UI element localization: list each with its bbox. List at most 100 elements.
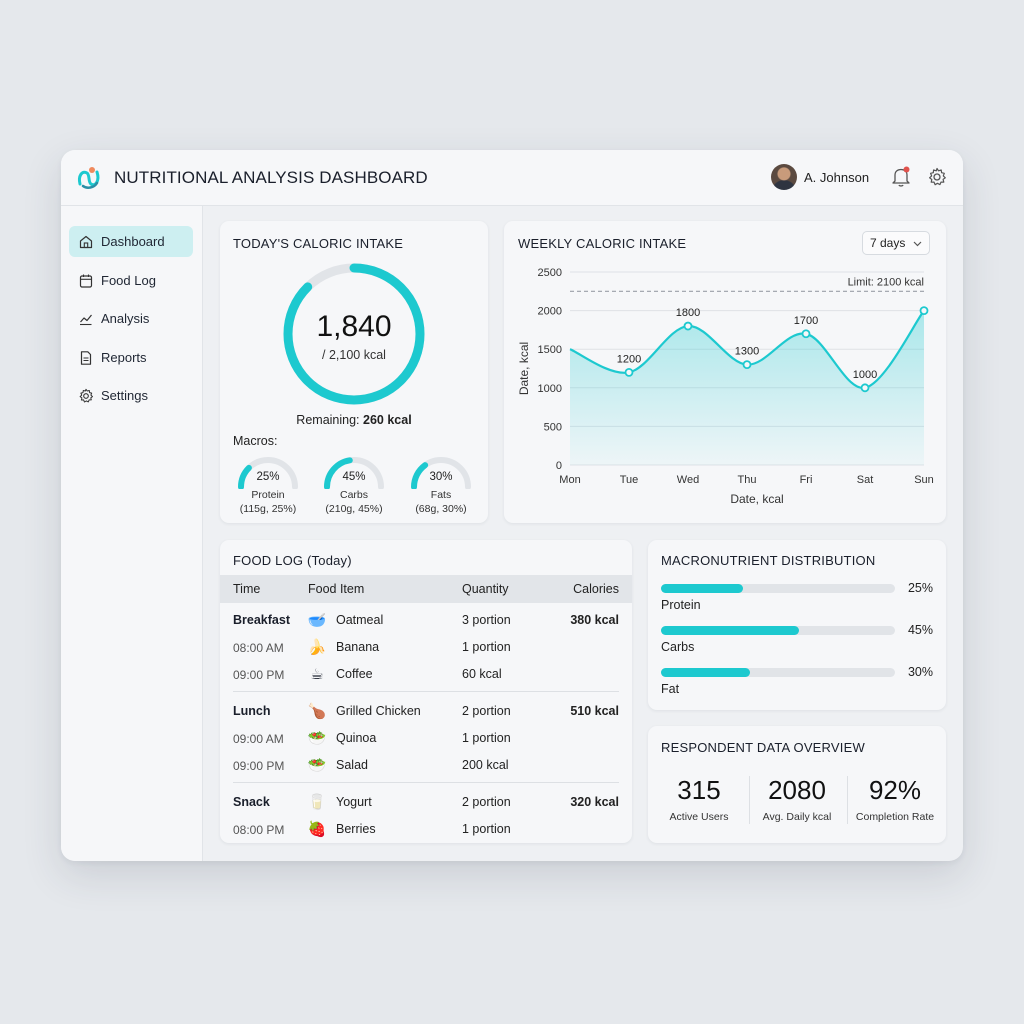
calories-consumed: 1,840 <box>316 310 392 343</box>
table-row[interactable]: 09:00 PM 🥗 Salad 200 kcal <box>220 753 632 780</box>
stat-completion-value: 92% <box>868 775 922 805</box>
sidebar-item-dashboard[interactable]: Dashboard <box>69 226 193 257</box>
food-name: Banana <box>336 640 380 654</box>
carbs-detail: (210g, 45%) <box>325 503 383 515</box>
settings-gear-icon[interactable] <box>927 167 947 187</box>
food-name: Coffee <box>336 667 373 681</box>
stat-active-users-label: Active Users <box>669 811 729 823</box>
food-icon: 🍓 <box>307 821 327 838</box>
carbs-label: Carbs <box>339 489 368 501</box>
macro-pct: 45% <box>907 623 933 637</box>
carbs-pct: 45% <box>342 471 366 483</box>
table-row[interactable]: Breakfast 380 kcal 🥣 Oatmeal 3 portion <box>220 608 632 635</box>
food-name: Berries <box>336 822 376 836</box>
group-divider <box>233 782 619 783</box>
bell-icon[interactable] <box>891 166 911 188</box>
meal-name: Lunch <box>233 704 271 718</box>
food-name: Grilled Chicken <box>336 704 421 718</box>
food-quantity: 2 portion <box>462 795 511 809</box>
meal-calories: 380 kcal <box>570 613 619 627</box>
stat-active-users-value: 315 <box>677 775 721 805</box>
food-name: Oatmeal <box>336 613 384 627</box>
app-window: NUTRITIONAL ANALYSIS DASHBOARD A. Johnso… <box>61 150 963 861</box>
meal-name: Snack <box>233 795 270 809</box>
food-icon: 🥗 <box>307 757 327 774</box>
calendar-icon <box>79 274 93 288</box>
sidebar: Dashboard Food Log Analysis Reports Sett… <box>61 206 203 861</box>
entry-time: 09:00 AM <box>233 732 284 746</box>
x-tick-label: Wed <box>677 474 699 486</box>
sidebar-item-label: Food Log <box>101 273 156 288</box>
weekly-intake-card: WEEKLY CALORIC INTAKE 7 days 0 500 1000 150… <box>504 221 946 523</box>
y-tick-label: 1500 <box>538 344 562 356</box>
food-icon: ☕ <box>310 666 324 683</box>
table-row[interactable]: 09:00 PM ☕ Coffee 60 kcal <box>220 662 632 689</box>
y-tick-label: 500 <box>544 421 562 433</box>
weekly-chart: 0 500 1000 1500 2000 2500 Limit: 2100 kcal Mon 1… <box>517 267 934 506</box>
stat-completion-label: Completion Rate <box>855 811 935 823</box>
sidebar-item-reports[interactable]: Reports <box>69 342 193 373</box>
data-point <box>860 383 870 393</box>
food-quantity: 3 portion <box>462 613 511 627</box>
fats-detail: (68g, 30%) <box>415 503 467 515</box>
food-quantity: 200 kcal <box>462 758 509 772</box>
sidebar-item-food-log[interactable]: Food Log <box>69 265 193 296</box>
document-icon <box>80 350 92 365</box>
data-label: 1800 <box>676 307 700 319</box>
entry-time: 08:00 AM <box>233 641 284 655</box>
user-avatar[interactable] <box>771 164 797 190</box>
x-axis-title: Date, kcal <box>730 492 783 506</box>
card-title: FOOD LOG (Today) <box>233 553 352 568</box>
data-point <box>742 360 752 370</box>
macro-bar-track <box>661 668 895 677</box>
table-row[interactable]: Lunch 510 kcal 🍗 Grilled Chicken 2 portion <box>220 699 632 726</box>
home-icon <box>79 235 93 248</box>
sidebar-item-settings[interactable]: Settings <box>69 380 193 411</box>
col-qty: Quantity <box>462 582 509 596</box>
entry-time: 09:00 PM <box>233 668 285 682</box>
food-log-title: FOOD LOG <box>233 553 304 568</box>
col-cal: Calories <box>573 582 619 596</box>
food-quantity: 1 portion <box>462 822 511 836</box>
user-name[interactable]: A. Johnson <box>804 170 869 185</box>
col-time: Time <box>233 582 261 596</box>
protein-pct: 25% <box>256 471 280 483</box>
x-tick-label: Sun <box>914 474 934 486</box>
group-divider <box>233 691 619 692</box>
food-name: Salad <box>336 758 368 772</box>
y-tick-label: 0 <box>556 460 562 472</box>
food-quantity: 1 portion <box>462 640 511 654</box>
data-label: 1700 <box>794 315 818 327</box>
data-point <box>801 329 811 339</box>
sidebar-item-analysis[interactable]: Analysis <box>69 303 193 334</box>
macro-distribution-card: MACRONUTRIENT DISTRIBUTION 25% Protein 45%… <box>648 540 946 710</box>
entry-time: 09:00 PM <box>233 759 285 773</box>
protein-detail: (115g, 25%) <box>239 503 297 515</box>
x-tick-label: Mon <box>559 474 580 486</box>
sidebar-item-label: Reports <box>101 350 147 365</box>
fats-pct: 30% <box>429 471 453 483</box>
table-row[interactable]: Snack 320 kcal 🥛 Yogurt 2 portion <box>220 790 632 817</box>
x-tick-label: Tue <box>620 474 639 486</box>
respondent-card: RESPONDENT DATA OVERVIEW 315 Active User… <box>648 726 946 843</box>
stat-avg-kcal-value: 2080 <box>768 775 826 805</box>
macro-bar-track <box>661 626 895 635</box>
y-axis-title: Date, kcal <box>517 342 531 395</box>
table-row[interactable]: 08:00 PM 🍓 Berries 1 portion <box>220 817 632 844</box>
macro-pct: 25% <box>907 581 933 595</box>
table-row[interactable]: 09:00 AM 🥗 Quinoa 1 portion <box>220 726 632 753</box>
macro-label: Protein <box>661 598 701 612</box>
macro-bar-fill <box>661 584 743 593</box>
card-title: TODAY'S CALORIC INTAKE <box>233 236 404 251</box>
food-icon: 🥣 <box>307 612 327 629</box>
food-log-card: FOOD LOG (Today) Time Food Item Quantity… <box>220 540 632 843</box>
calories-goal: / 2,100 kcal <box>322 348 386 362</box>
macros-label: Macros: <box>233 434 278 448</box>
entry-time: 08:00 PM <box>233 823 285 837</box>
trend-icon <box>80 314 92 325</box>
remaining-label: Remaining: <box>296 413 360 427</box>
sidebar-item-label: Dashboard <box>101 234 165 249</box>
meal-calories: 510 kcal <box>570 704 619 718</box>
macro-label: Fat <box>661 682 680 696</box>
table-row[interactable]: 08:00 AM 🍌 Banana 1 portion <box>220 635 632 662</box>
